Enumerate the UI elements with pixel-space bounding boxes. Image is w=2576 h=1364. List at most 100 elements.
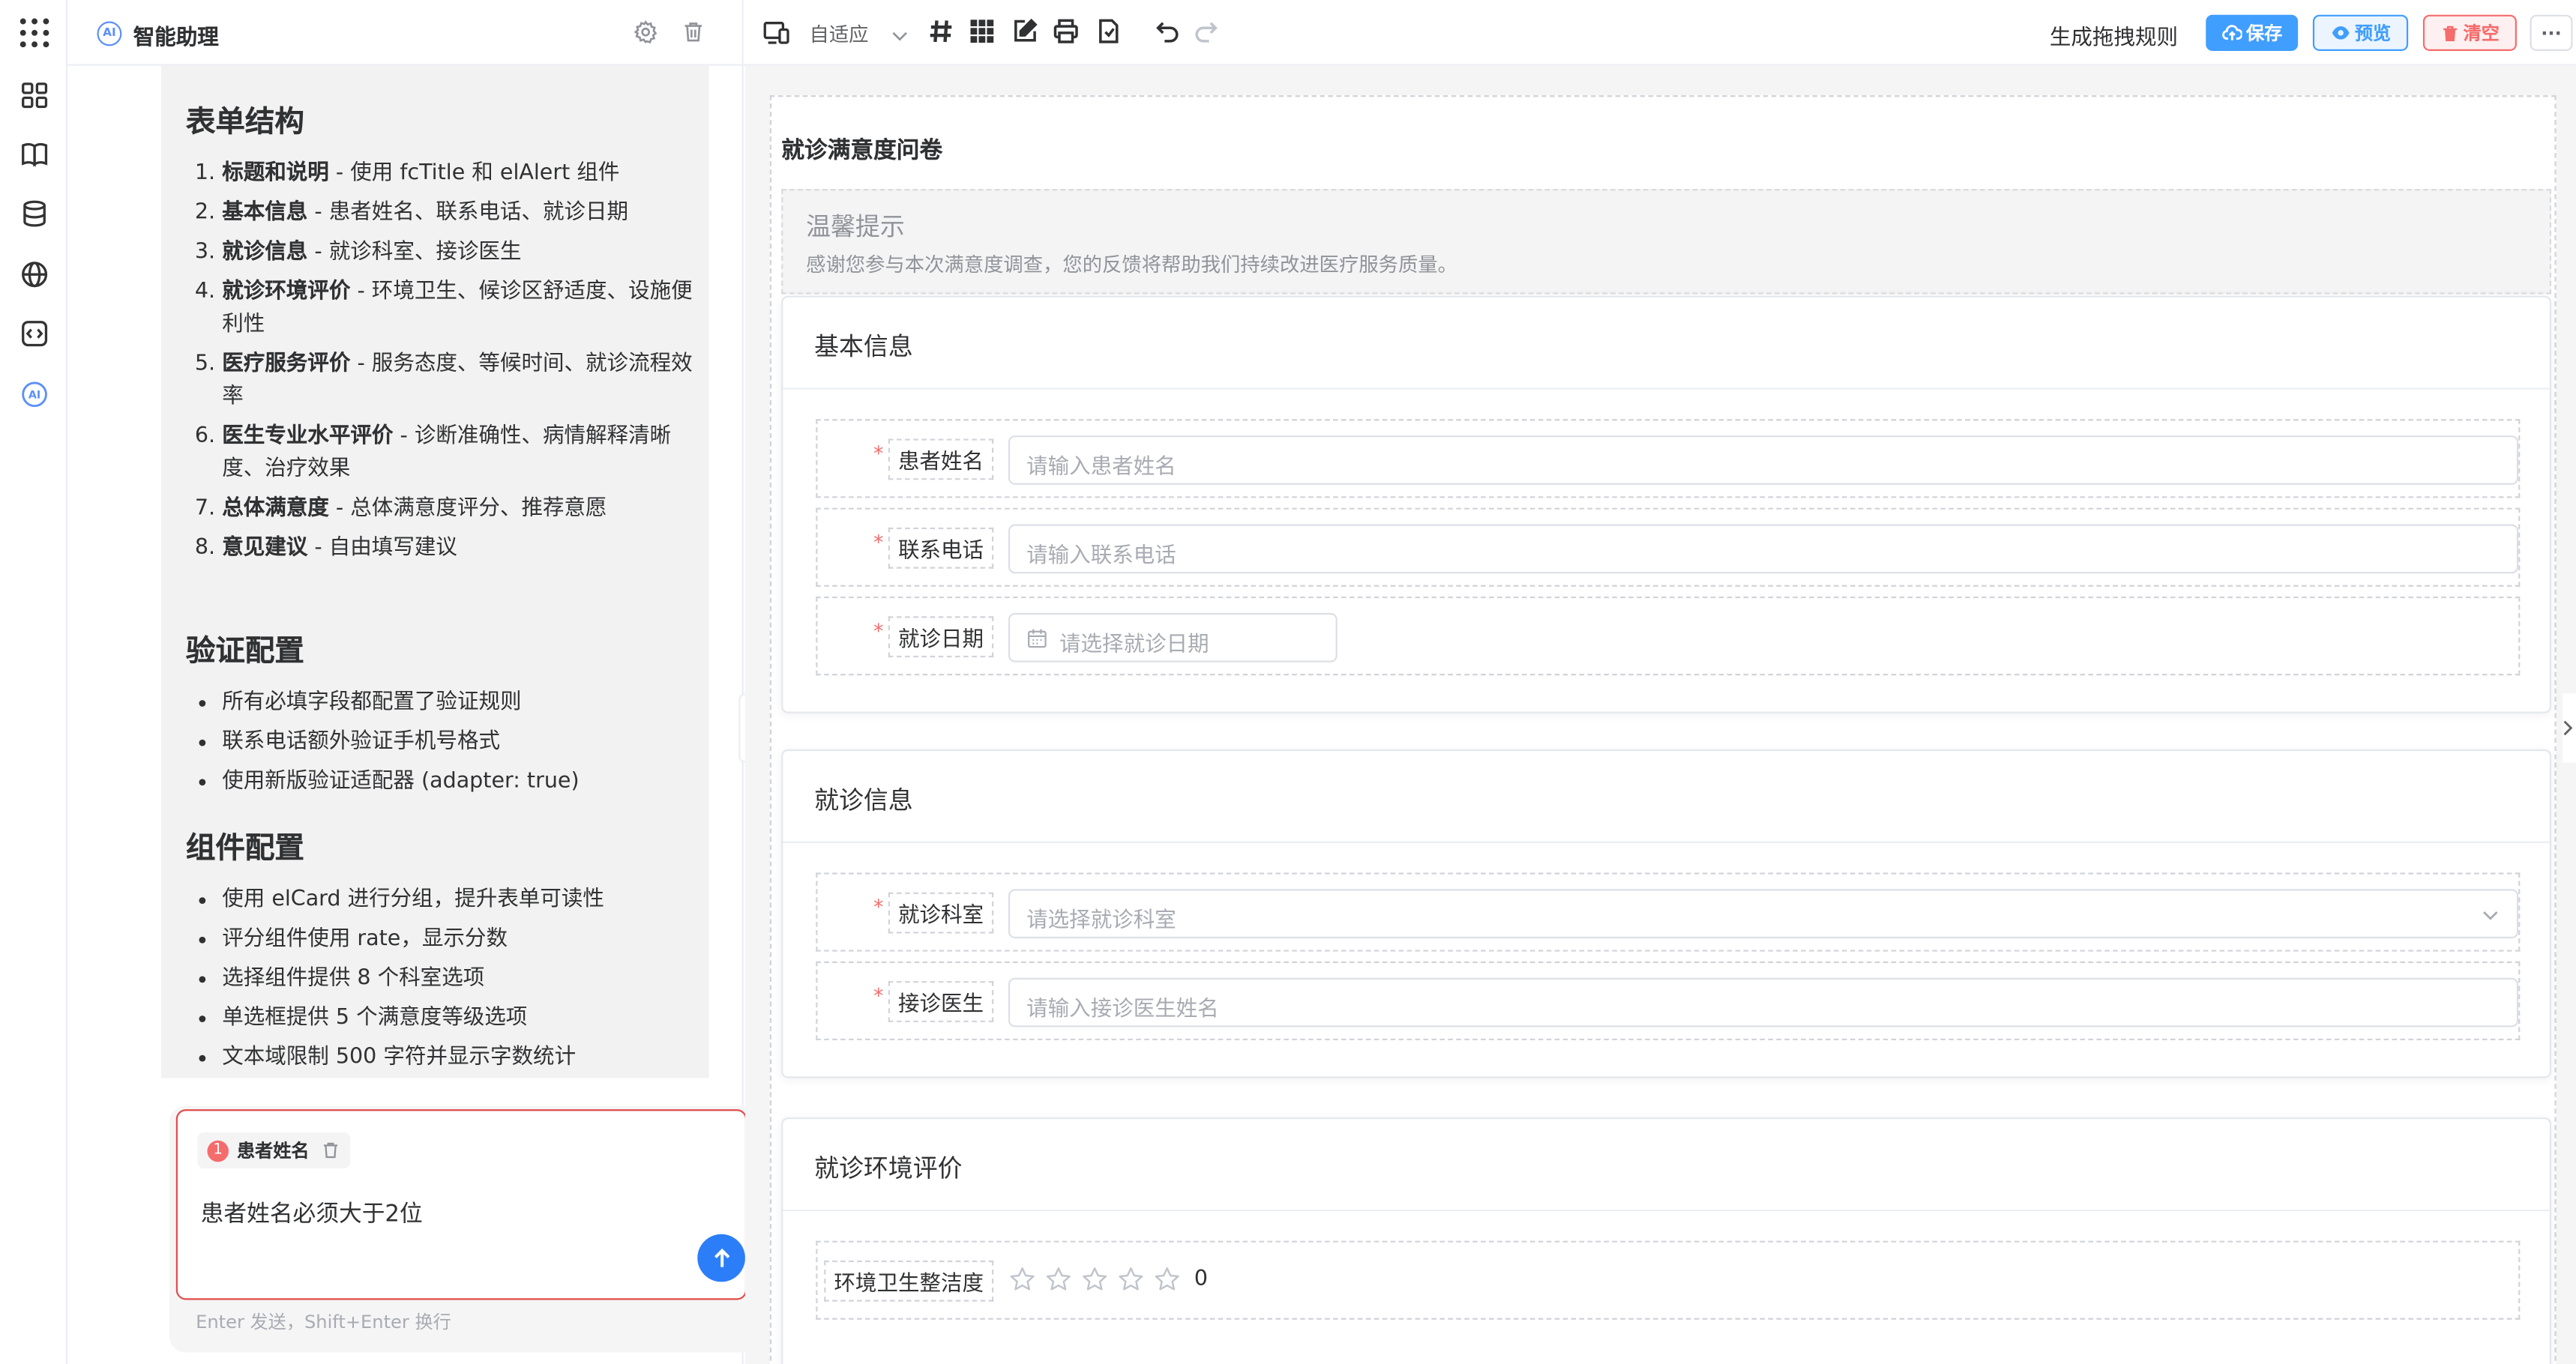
text-input[interactable]: 请输入联系电话 (1008, 524, 2519, 574)
save-button[interactable]: 保存 (2206, 14, 2299, 51)
form-item[interactable]: * 接诊医生 请输入接诊医生姓名 (816, 961, 2521, 1041)
bullet-list: 使用 elCard 进行分组，提升表单可读性评分组件使用 rate，显示分数选择… (186, 884, 696, 1075)
hash-icon[interactable] (927, 18, 957, 47)
list-item-text: 使用 elCard 进行分组，提升表单可读性 (222, 887, 604, 913)
form-canvas: 就诊满意度问卷 温馨提示 感谢您参与本次满意度调查，您的反馈将帮助我们持续改进医… (769, 95, 2557, 1364)
star-icon[interactable] (1117, 1265, 1145, 1293)
text-input[interactable]: 请输入患者姓名 (1008, 435, 2519, 485)
list-item-text: 选择组件提供 8 个科室选项 (222, 966, 485, 992)
text-input[interactable]: 请输入接诊医生姓名 (1008, 977, 2519, 1027)
list-item-keyword: 医生专业水平评价 (222, 423, 394, 449)
preview-button-label: 预览 (2354, 22, 2392, 45)
list-item: 联系电话额外验证手机号格式 (222, 726, 696, 759)
settings-icon[interactable] (634, 19, 660, 46)
field-reference-chip[interactable]: 1 患者姓名 (197, 1132, 351, 1169)
placeholder-text: 请输入联系电话 (1026, 543, 1176, 569)
list-item-text: 单选框提供 5 个满意度等级选项 (222, 1005, 528, 1030)
list-item-text: 评分组件使用 rate，显示分数 (222, 926, 508, 952)
clear-button[interactable]: 清空 (2422, 14, 2517, 51)
list-item: 单选框提供 5 个满意度等级选项 (222, 1003, 696, 1036)
card-header: 就诊信息 (783, 751, 2550, 843)
list-item: 文本域限制 500 字符并显示字数统计 (222, 1042, 696, 1075)
edit-icon[interactable] (1011, 18, 1041, 47)
assistant-header: AI 智能助理 (67, 0, 744, 66)
form-item[interactable]: * 就诊日期 请选择就诊日期 (816, 596, 2521, 676)
code-icon[interactable] (16, 316, 52, 351)
chevron-down-icon[interactable] (2481, 905, 2500, 925)
form-item[interactable]: * 联系电话 请输入联系电话 (816, 507, 2521, 587)
adapt-select[interactable]: 自适应 (809, 19, 907, 47)
eye-icon (2331, 26, 2349, 40)
import-icon[interactable] (1095, 18, 1125, 47)
tip-alert[interactable]: 温馨提示 感谢您参与本次满意度调查，您的反馈将帮助我们持续改进医疗服务质量。 (781, 189, 2552, 295)
device-icon[interactable] (762, 18, 791, 47)
card-title: 就诊信息 (814, 785, 913, 815)
list-item-text: - 患者姓名、联系电话、就诊日期 (307, 200, 629, 226)
list-item-text: - 自由填写建议 (307, 535, 457, 561)
rate-stars[interactable]: 0 (1008, 1265, 1208, 1293)
more-icon: ··· (2541, 22, 2562, 44)
form-card[interactable]: 就诊环境评价 环境卫生整洁度 0 (781, 1117, 2552, 1364)
list-item-keyword: 就诊信息 (222, 240, 308, 265)
form-item[interactable]: 环境卫生整洁度 0 (816, 1240, 2521, 1320)
more-button[interactable]: ··· (2530, 14, 2573, 51)
apps-grid-icon[interactable] (16, 15, 52, 51)
select-field[interactable]: 请选择就诊科室 (1008, 889, 2519, 939)
chip-label: 患者姓名 (236, 1140, 310, 1162)
assistant-message: 表单结构标题和说明 - 使用 fcTitle 和 elAlert 组件基本信息 … (161, 65, 709, 1078)
redo-icon[interactable] (1193, 18, 1222, 47)
database-icon[interactable] (16, 196, 52, 232)
book-icon[interactable] (16, 136, 52, 172)
list-item-keyword: 就诊环境评价 (222, 279, 351, 304)
form-item[interactable]: * 就诊科室 请选择就诊科室 (816, 872, 2521, 952)
trash-icon[interactable] (681, 19, 707, 46)
list-item: 使用新版验证适配器 (adapter: true) (222, 766, 696, 799)
list-item: 就诊环境评价 - 环境卫生、候诊区舒适度、设施便利性 (222, 276, 696, 342)
section-heading: 组件配置 (185, 831, 304, 866)
form-card[interactable]: 就诊信息 * 就诊科室 请选择就诊科室 * 接诊医生 请输入接诊医生姓名 (781, 749, 2552, 1078)
list-item-text: - 就诊科室、接诊医生 (307, 240, 522, 265)
placeholder-text: 请选择就诊科室 (1026, 908, 1176, 934)
globe-icon[interactable] (16, 256, 52, 292)
ordered-list: 标题和说明 - 使用 fcTitle 和 elAlert 组件基本信息 - 患者… (186, 158, 696, 566)
adapt-select-label: 自适应 (809, 22, 869, 46)
composer-text[interactable]: 患者姓名必须大于2位 (201, 1196, 423, 1229)
star-icon[interactable] (1044, 1265, 1072, 1293)
arrow-up-icon (713, 1247, 729, 1267)
field-label: 就诊科室 (888, 892, 994, 934)
required-marker: * (873, 984, 884, 1008)
required-marker: * (873, 896, 884, 919)
generate-rule-link[interactable]: 生成拖拽规则 (2050, 19, 2178, 51)
message-section: 表单结构标题和说明 - 使用 fcTitle 和 elAlert 组件基本信息 … (186, 99, 696, 573)
star-icon[interactable] (1008, 1265, 1036, 1293)
chip-number-badge: 1 (207, 1139, 229, 1162)
preview-button[interactable]: 预览 (2312, 14, 2409, 51)
field-label: 患者姓名 (888, 438, 994, 480)
list-item-keyword: 意见建议 (222, 535, 308, 561)
print-icon[interactable] (1053, 18, 1082, 47)
undo-icon[interactable] (1155, 18, 1184, 47)
clear-button-label: 清空 (2463, 22, 2500, 45)
date-picker[interactable]: 请选择就诊日期 (1008, 612, 1337, 663)
components-icon[interactable] (16, 77, 52, 113)
grid-icon[interactable] (969, 18, 998, 47)
form-item[interactable]: * 患者姓名 请输入患者姓名 (816, 419, 2521, 498)
list-item-text: 使用新版验证适配器 (adapter: true) (222, 769, 580, 794)
composer-input-box[interactable]: 1 患者姓名 患者姓名必须大于2位 (175, 1109, 747, 1300)
star-icon[interactable] (1081, 1265, 1109, 1293)
field-label: 联系电话 (888, 527, 994, 569)
star-icon[interactable] (1153, 1265, 1181, 1293)
list-item: 使用 elCard 进行分组，提升表单可读性 (222, 884, 696, 917)
expand-right-panel-button[interactable] (2563, 693, 2576, 763)
form-card[interactable]: 基本信息 * 患者姓名 请输入患者姓名 * 联系电话 请输入联系电话 * 就诊日期 请选择就诊日期 (781, 295, 2552, 713)
ai-assistant-icon[interactable]: AI (16, 376, 52, 412)
send-button[interactable] (697, 1234, 745, 1282)
assistant-panel: AI 智能助理 表单结构标题和说明 - 使用 fcTitle 和 elAlert… (67, 0, 774, 1364)
delete-icon (2442, 25, 2457, 40)
chip-remove-icon[interactable] (321, 1141, 340, 1160)
card-header: 基本信息 (783, 298, 2550, 390)
message-section: 验证配置所有必填字段都配置了验证规则联系电话额外验证手机号格式使用新版验证适配器… (186, 628, 696, 806)
form-title[interactable]: 就诊满意度问卷 (781, 133, 942, 166)
composer: 1 患者姓名 患者姓名必须大于2位 Enter 发送，Shift+Enter 换… (169, 1105, 774, 1353)
required-marker: * (873, 619, 884, 643)
